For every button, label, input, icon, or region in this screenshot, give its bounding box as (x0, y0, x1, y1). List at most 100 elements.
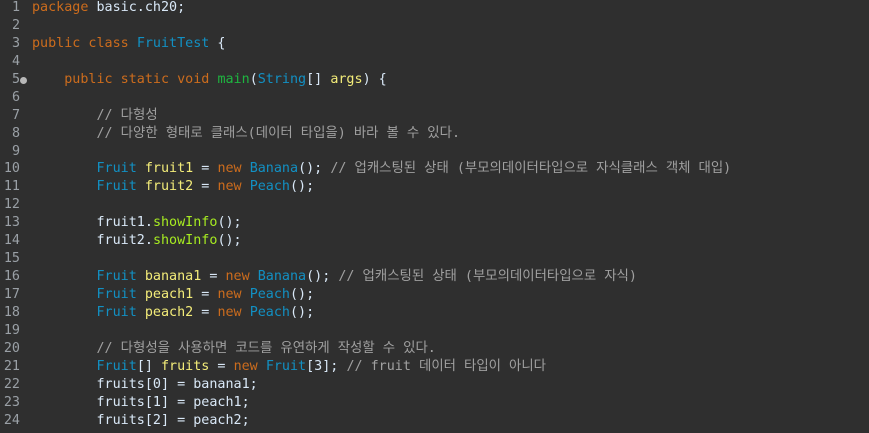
code-token: (); (290, 287, 315, 302)
line-number: 18 (3, 304, 20, 320)
method-override-marker-icon[interactable] (20, 76, 27, 84)
code-line[interactable]: 10 Fruit fruit1 = new Banana(); // 업캐스팅된… (0, 160, 869, 178)
code-text: fruit1.showInfo(); (32, 214, 242, 232)
line-number: 16 (3, 269, 20, 285)
code-text: package basic.ch20; (32, 0, 185, 17)
code-token: public static void (64, 71, 210, 87)
code-line[interactable]: 3 public class FruitTest { (0, 35, 869, 53)
code-line[interactable]: 14 fruit2.showInfo(); (0, 232, 869, 250)
code-text: fruit2.showInfo(); (32, 232, 242, 250)
code-token: Banana (249, 161, 299, 177)
code-token: new (217, 161, 242, 177)
code-text: // 다형성 (32, 107, 158, 125)
code-line[interactable]: 6 (0, 89, 869, 107)
code-line[interactable]: 21 Fruit[] fruits = new Fruit[3]; // fru… (0, 358, 869, 376)
code-line[interactable]: 12 (0, 196, 869, 214)
code-line[interactable]: 18 Fruit peach2 = new Peach(); (0, 304, 869, 322)
code-line[interactable]: 24 fruits[2] = peach2; (0, 412, 869, 430)
code-token: { (209, 35, 226, 51)
code-token: Fruit (96, 161, 137, 177)
code-token: fruits (161, 358, 210, 374)
code-line[interactable]: 2 (0, 17, 869, 35)
code-line[interactable]: 20 // 다형성을 사용하면 코드를 유연하게 작성할 수 있다. (0, 340, 869, 358)
code-line[interactable]: 15 (0, 250, 869, 268)
code-token: = (201, 269, 226, 285)
code-token: (); (217, 233, 242, 249)
code-token: = (193, 161, 218, 177)
code-line[interactable]: 16 Fruit banana1 = new Banana(); // 업캐스팅… (0, 268, 869, 286)
code-token: Banana (257, 269, 307, 285)
code-token: package (32, 0, 89, 15)
code-editor[interactable]: 1 package basic.ch20; 2 3 public class Fruit… (0, 0, 869, 433)
line-number: 4 (11, 53, 20, 69)
code-token: Fruit (96, 287, 137, 302)
code-line[interactable]: 11 Fruit fruit2 = new Peach(); (0, 178, 869, 196)
code-token: ) { (362, 71, 387, 87)
code-text: public class FruitTest { (32, 35, 226, 53)
code-line[interactable]: 13 fruit1.showInfo(); (0, 214, 869, 232)
code-text: // 다양한 형태로 클래스(데이터 타입을) 바라 볼 수 있다. (32, 125, 461, 143)
code-token: = (193, 287, 218, 302)
code-line[interactable]: 4 (0, 53, 869, 71)
code-token: // 업캐스팅된 상태 (부모의데이터타입으로 자식클래스 객체 대입) (330, 161, 732, 177)
code-token: new (217, 304, 242, 320)
code-token: Fruit (265, 358, 307, 374)
line-number: 22 (3, 376, 20, 392)
code-token: showInfo (152, 233, 218, 249)
code-token: new (217, 287, 242, 302)
code-text: Fruit fruit1 = new Banana(); // 업캐스팅된 상태… (32, 160, 732, 178)
code-token: [] (306, 71, 331, 87)
code-token: peach1 (144, 287, 194, 302)
code-line[interactable]: 17 Fruit peach1 = new Peach(); (0, 286, 869, 304)
line-number: 1 (11, 0, 20, 15)
code-token: = (209, 358, 234, 374)
line-number: 23 (3, 394, 20, 410)
code-line[interactable]: 23 fruits[1] = peach1; (0, 394, 869, 412)
code-line[interactable]: 19 (0, 322, 869, 340)
line-number: 24 (3, 412, 20, 428)
code-line[interactable]: 5 public static void main(String[] args)… (0, 71, 869, 89)
line-number: 19 (3, 322, 20, 338)
code-lines: 1 package basic.ch20; 2 3 public class Fruit… (0, 0, 869, 430)
line-number: 10 (3, 161, 20, 177)
code-token: (); (217, 215, 242, 231)
code-token: fruits[0] = banana1; (32, 376, 258, 392)
code-text: Fruit peach1 = new Peach(); (32, 286, 315, 304)
code-token: new (233, 358, 258, 374)
line-number: 20 (3, 340, 20, 356)
code-token: new (225, 269, 250, 285)
line-number: 11 (3, 179, 20, 195)
code-token: fruit1. (32, 215, 153, 231)
code-text: fruits[2] = peach2; (32, 412, 249, 430)
line-number: 6 (11, 89, 20, 105)
line-number: 8 (11, 125, 20, 141)
code-line[interactable]: 7 // 다형성 (0, 107, 869, 125)
code-token: Peach (249, 179, 290, 195)
code-line[interactable]: 22 fruits[0] = banana1; (0, 376, 869, 394)
code-token: Peach (249, 304, 290, 320)
code-text: Fruit peach2 = new Peach(); (32, 304, 315, 322)
code-line[interactable]: 1 package basic.ch20; (0, 0, 869, 17)
code-text: // 다형성을 사용하면 코드를 유연하게 작성할 수 있다. (32, 340, 436, 358)
code-line[interactable]: 8 // 다양한 형태로 클래스(데이터 타입을) 바라 볼 수 있다. (0, 125, 869, 143)
code-token: // 업캐스팅된 상태 (부모의데이터타입으로 자식) (338, 269, 637, 285)
code-token: = (193, 179, 218, 195)
code-token: Fruit (96, 358, 137, 374)
code-token: Fruit (96, 179, 137, 195)
code-text: fruits[0] = banana1; (32, 376, 258, 394)
code-token: Fruit (96, 269, 137, 285)
code-line[interactable]: 9 (0, 143, 869, 161)
code-text: fruits[1] = peach1; (32, 394, 249, 412)
